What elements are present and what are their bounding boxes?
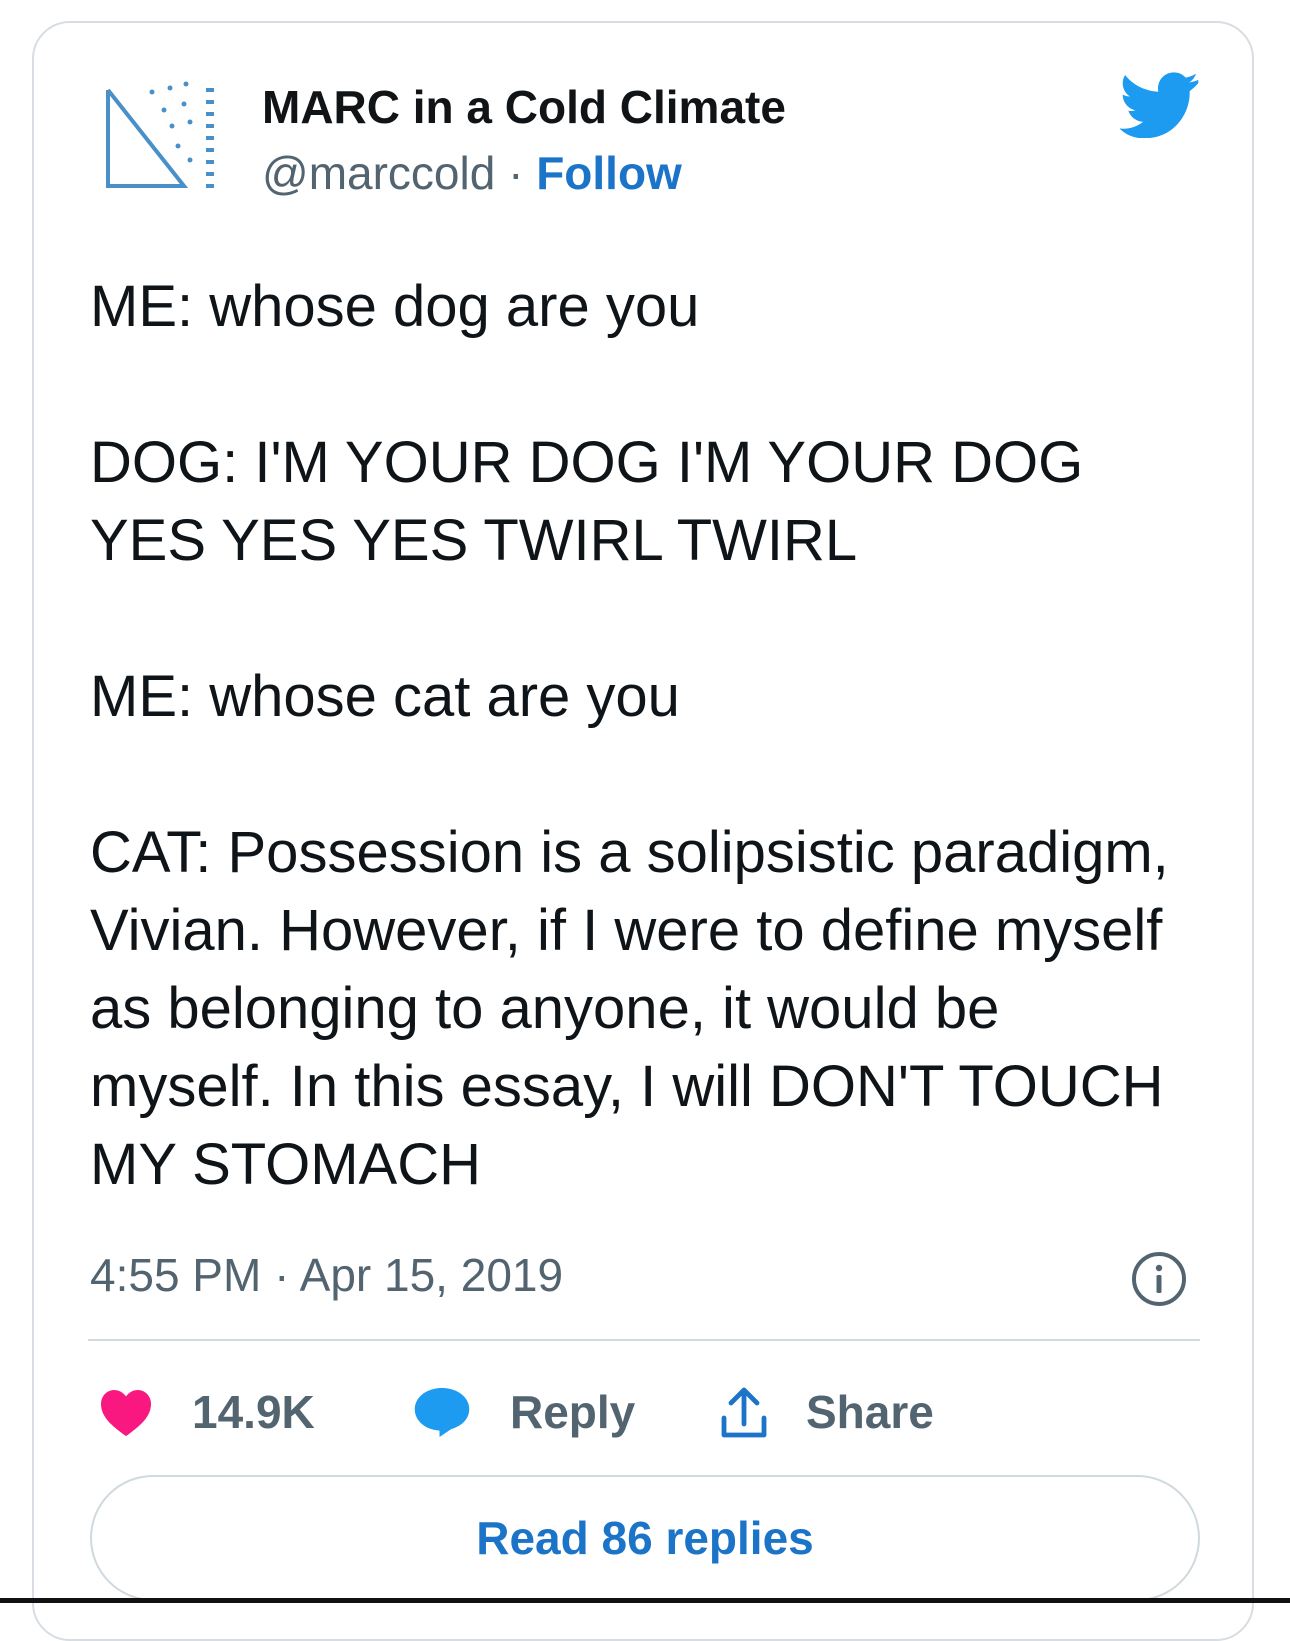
speech-bubble-icon <box>414 1387 470 1438</box>
share-upload-icon <box>721 1387 767 1438</box>
tweet-line-cat: CAT: Possession is a solipsistic paradig… <box>90 820 1169 1197</box>
divider <box>88 1339 1200 1341</box>
like-count: 14.9K <box>192 1386 315 1438</box>
info-icon[interactable] <box>1130 1250 1188 1308</box>
tweet-line-dog: DOG: I'M YOUR DOG I'M YOUR DOG YES YES Y… <box>90 430 1084 573</box>
reply-button[interactable]: Reply <box>412 1382 635 1442</box>
heart-icon <box>101 1389 151 1437</box>
tweet-timestamp[interactable]: 4:55 PM · Apr 15, 2019 <box>90 1248 563 1302</box>
tweet-text: ME: whose dog are you DOG: I'M YOUR DOG … <box>90 268 1190 1204</box>
bottom-edge-line <box>0 1598 1290 1603</box>
author-handle[interactable]: @marccold <box>262 147 495 199</box>
tweet-line-me-dog: ME: whose dog are you <box>90 274 700 339</box>
twitter-bird-icon[interactable] <box>1120 72 1200 138</box>
reply-label: Reply <box>510 1386 636 1438</box>
tweet-line-me-cat: ME: whose cat are you <box>90 664 680 729</box>
author-name[interactable]: MARC in a Cold Climate <box>262 80 786 134</box>
avatar[interactable] <box>98 76 228 206</box>
read-replies-button[interactable]: Read 86 replies <box>90 1475 1200 1601</box>
share-button[interactable]: Share <box>720 1382 934 1442</box>
separator: · <box>508 147 524 199</box>
author-handle-line: @marccold · Follow <box>262 146 682 200</box>
share-label: Share <box>806 1386 934 1438</box>
follow-button[interactable]: Follow <box>536 147 682 199</box>
like-button[interactable]: 14.9K <box>98 1382 315 1442</box>
